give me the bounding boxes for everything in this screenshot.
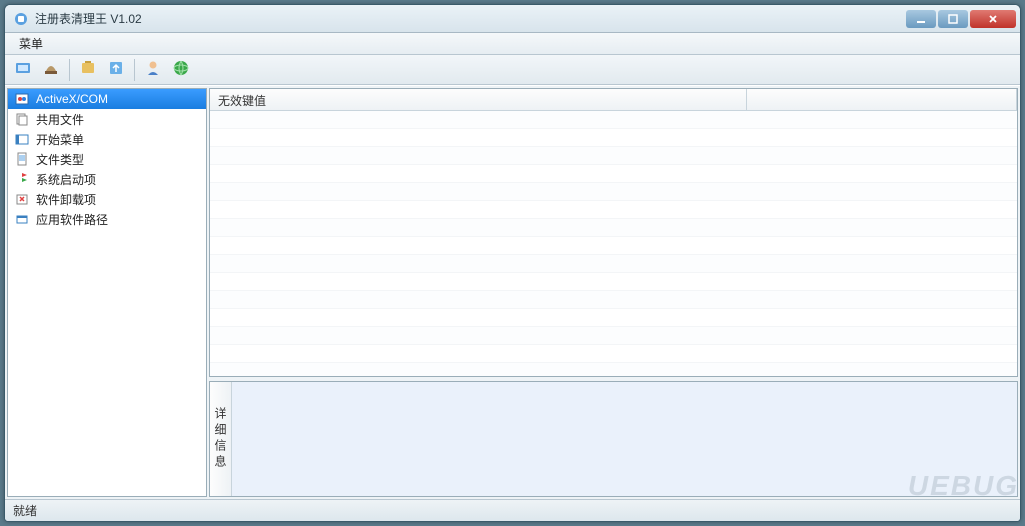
scan-icon	[14, 59, 32, 80]
list-row	[210, 255, 1017, 273]
app-path-icon	[14, 211, 30, 227]
sidebar-item-label: ActiveX/COM	[36, 92, 108, 106]
file-type-icon	[14, 151, 30, 167]
about-icon	[172, 59, 190, 80]
detail-tab[interactable]: 详细信息	[210, 382, 232, 496]
sidebar-item-app-paths[interactable]: 应用软件路径	[8, 209, 206, 229]
toolbar-help-button[interactable]	[141, 58, 165, 82]
list-column-invalid-key[interactable]: 无效键值	[210, 89, 747, 110]
sidebar-item-label: 软件卸载项	[36, 191, 96, 208]
toolbar-restore-button[interactable]	[104, 58, 128, 82]
detail-body	[232, 382, 1017, 496]
activex-icon	[14, 91, 30, 107]
maximize-button[interactable]	[938, 10, 968, 28]
toolbar-backup-button[interactable]	[76, 58, 100, 82]
sidebar-item-label: 系统启动项	[36, 171, 96, 188]
status-text: 就绪	[13, 502, 37, 519]
list-row	[210, 273, 1017, 291]
shared-files-icon	[14, 111, 30, 127]
window-buttons	[906, 10, 1016, 28]
list-row	[210, 363, 1017, 376]
sidebar-item-shared-files[interactable]: 共用文件	[8, 109, 206, 129]
clean-icon	[42, 59, 60, 80]
list-header: 无效键值	[210, 89, 1017, 111]
sidebar-item-label: 应用软件路径	[36, 211, 108, 228]
backup-icon	[79, 59, 97, 80]
list-row	[210, 309, 1017, 327]
toolbar-scan-button[interactable]	[11, 58, 35, 82]
sidebar-item-label: 开始菜单	[36, 131, 84, 148]
list-row	[210, 129, 1017, 147]
results-list[interactable]: 无效键值	[209, 88, 1018, 377]
toolbar	[5, 55, 1020, 85]
list-row	[210, 183, 1017, 201]
toolbar-about-button[interactable]	[169, 58, 193, 82]
sidebar-item-startup[interactable]: 系统启动项	[8, 169, 206, 189]
start-menu-icon	[14, 131, 30, 147]
restore-icon	[107, 59, 125, 80]
toolbar-separator	[134, 59, 135, 81]
list-body[interactable]	[210, 111, 1017, 376]
list-row	[210, 201, 1017, 219]
main-pane: 无效键值	[209, 88, 1018, 497]
minimize-button[interactable]	[906, 10, 936, 28]
help-icon	[144, 59, 162, 80]
sidebar-item-label: 共用文件	[36, 111, 84, 128]
list-row	[210, 147, 1017, 165]
sidebar-item-file-types[interactable]: 文件类型	[8, 149, 206, 169]
list-column-2[interactable]	[747, 89, 1017, 110]
window-title: 注册表清理王 V1.02	[35, 10, 906, 27]
list-row	[210, 345, 1017, 363]
close-button[interactable]	[970, 10, 1016, 28]
sidebar-item-activex[interactable]: ActiveX/COM	[8, 89, 206, 109]
app-window: 注册表清理王 V1.02 菜单	[4, 4, 1021, 522]
uninstall-icon	[14, 191, 30, 207]
detail-pane: 详细信息	[209, 381, 1018, 497]
startup-icon	[14, 171, 30, 187]
titlebar[interactable]: 注册表清理王 V1.02	[5, 5, 1020, 33]
menubar: 菜单	[5, 33, 1020, 55]
sidebar-item-label: 文件类型	[36, 151, 84, 168]
list-row	[210, 219, 1017, 237]
app-icon	[13, 11, 29, 27]
list-row	[210, 111, 1017, 129]
statusbar: 就绪	[5, 499, 1020, 521]
toolbar-separator	[69, 59, 70, 81]
list-row	[210, 327, 1017, 345]
list-row	[210, 165, 1017, 183]
menu-item-main[interactable]: 菜单	[11, 33, 51, 54]
sidebar-item-start-menu[interactable]: 开始菜单	[8, 129, 206, 149]
sidebar-item-uninstall[interactable]: 软件卸载项	[8, 189, 206, 209]
list-row	[210, 291, 1017, 309]
list-row	[210, 237, 1017, 255]
client-area: ActiveX/COM 共用文件 开始菜单 文件类型 系统启动项 软件卸载项	[5, 85, 1020, 499]
toolbar-clean-button[interactable]	[39, 58, 63, 82]
sidebar: ActiveX/COM 共用文件 开始菜单 文件类型 系统启动项 软件卸载项	[7, 88, 207, 497]
